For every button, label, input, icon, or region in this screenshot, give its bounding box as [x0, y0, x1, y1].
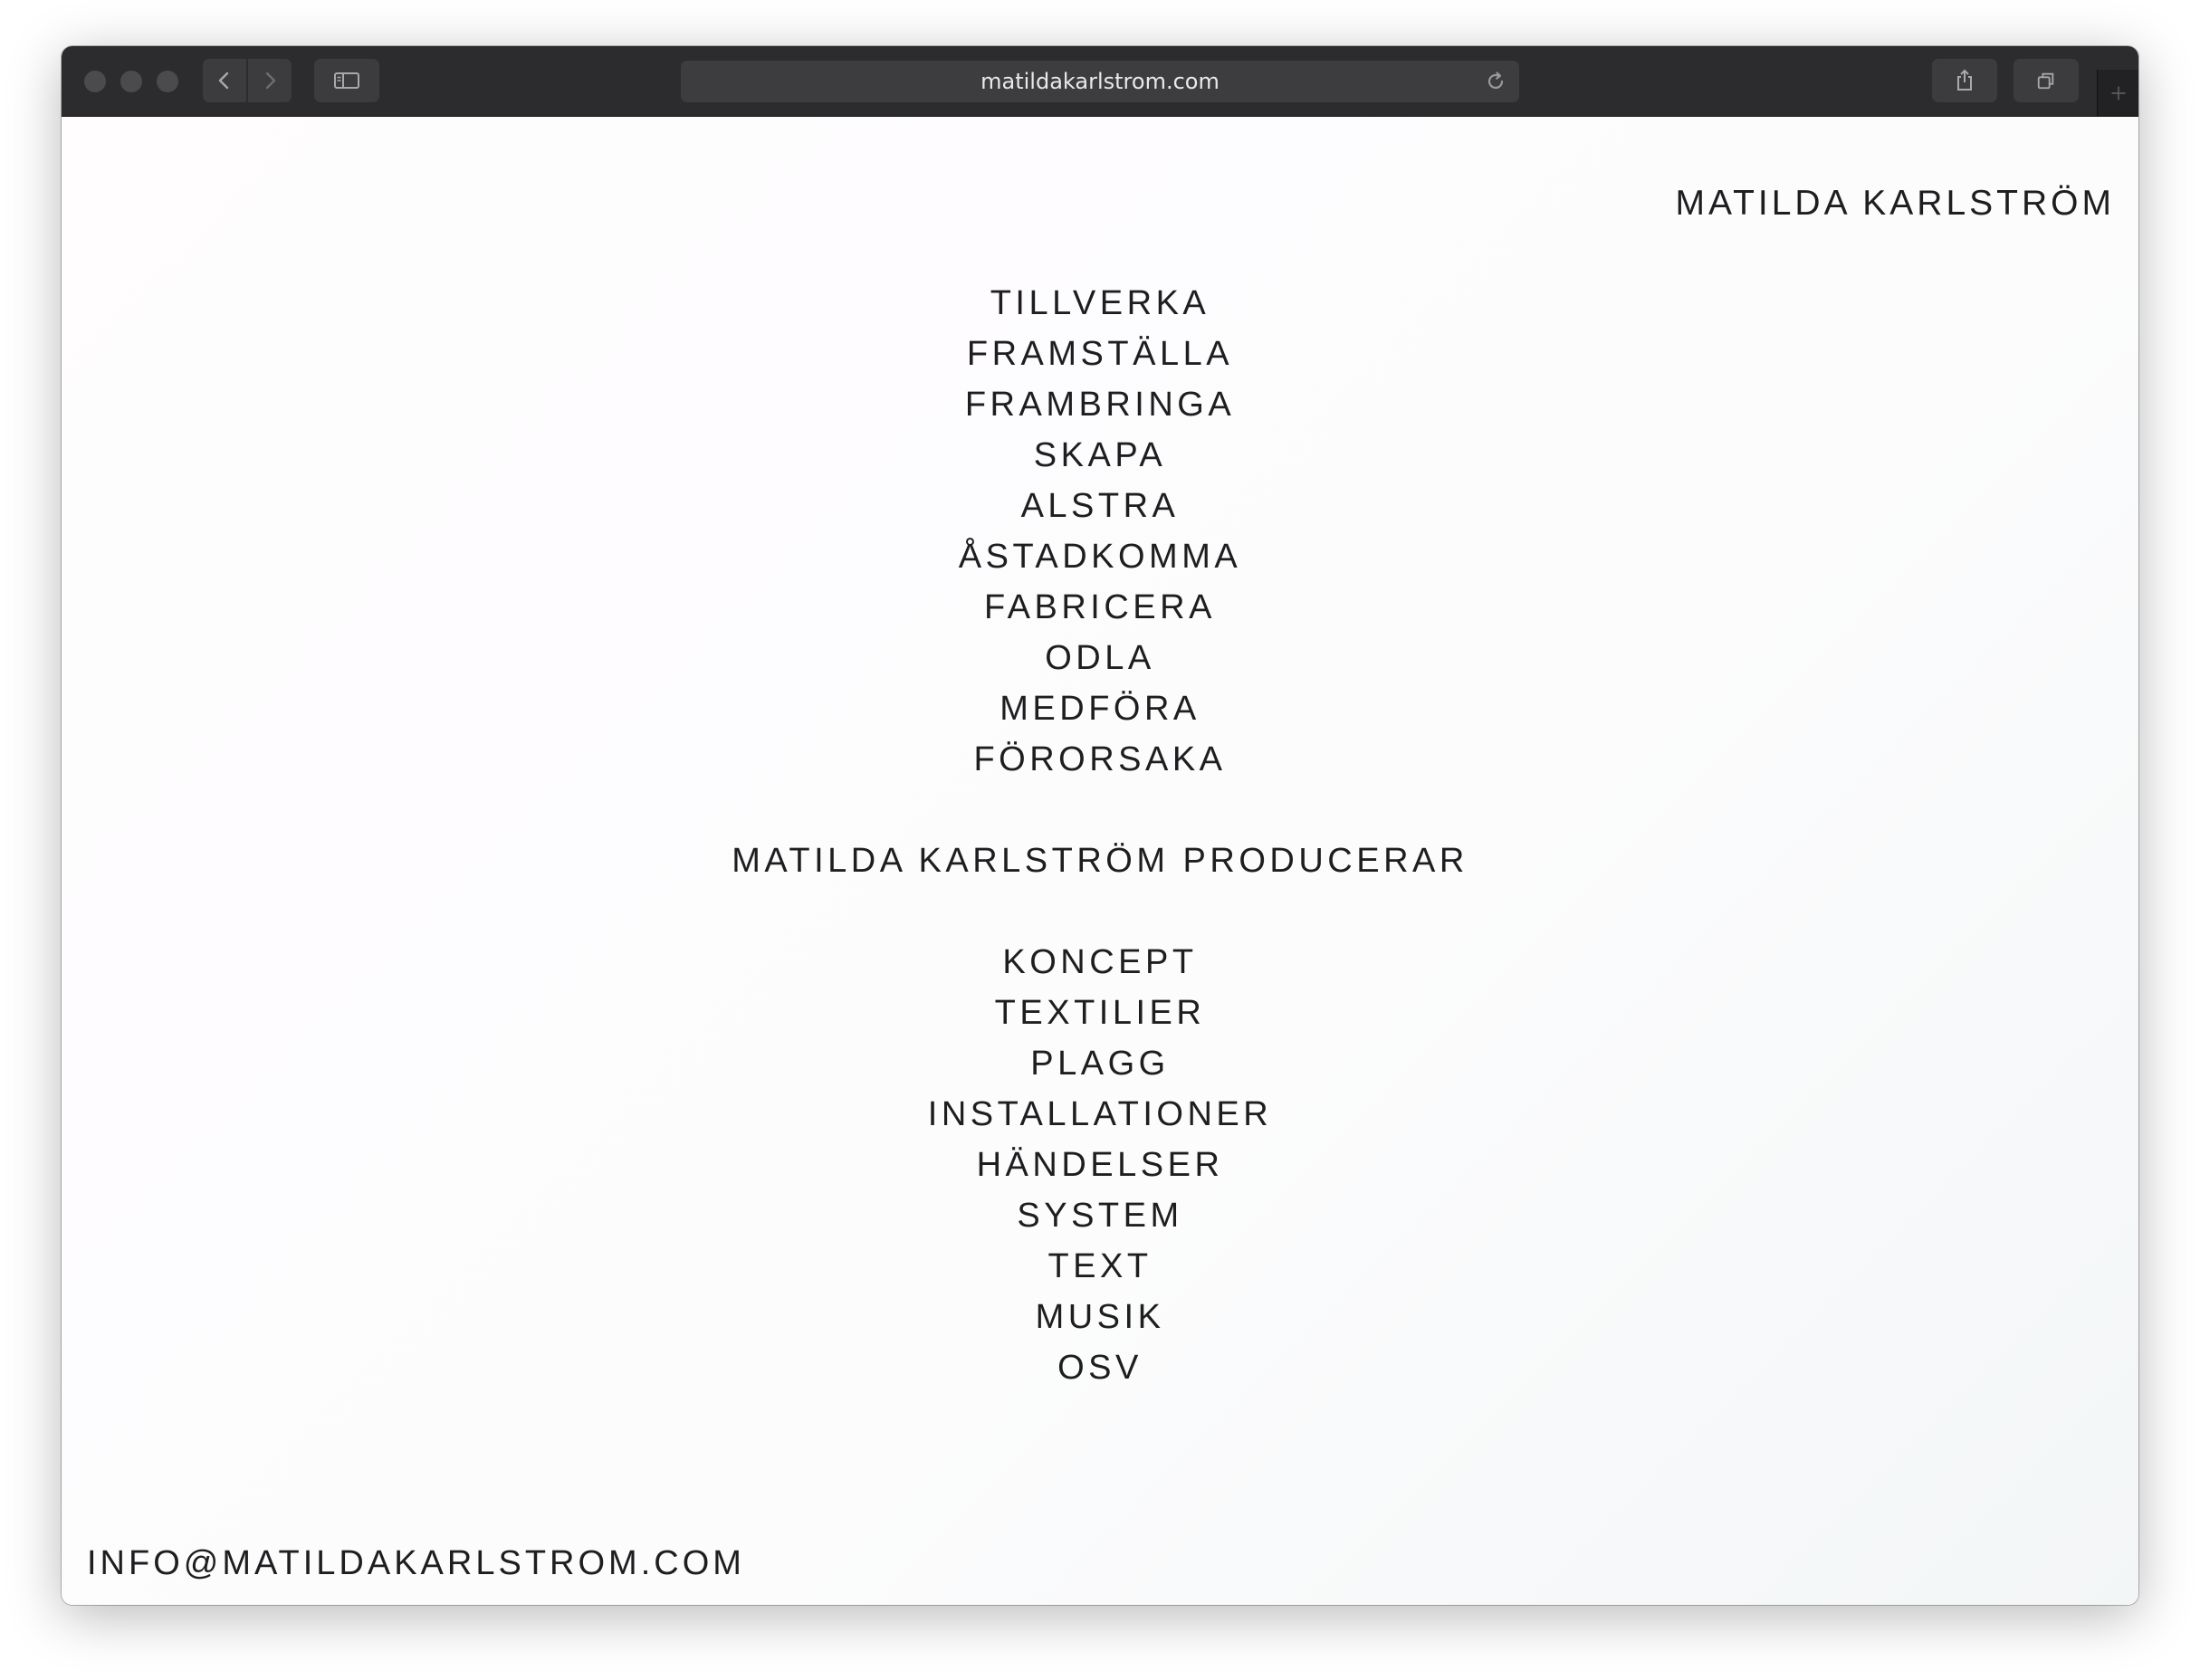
- list-item: HÄNDELSER: [976, 1146, 1224, 1184]
- tagline: MATILDA KARLSTRÖM PRODUCERAR: [732, 842, 1468, 880]
- list-item: FRAMSTÄLLA: [966, 335, 1234, 373]
- list-item: KONCEPT: [1002, 943, 1198, 981]
- list-item: ODLA: [1045, 639, 1155, 677]
- list-item: SYSTEM: [1017, 1197, 1183, 1235]
- address-bar[interactable]: matildakarlstrom.com: [681, 61, 1519, 102]
- list-item: FABRICERA: [984, 588, 1216, 626]
- list-item: MUSIK: [1035, 1298, 1165, 1336]
- browser-window: matildakarlstrom.com MATILDA KARLSTRÖM T…: [62, 46, 2138, 1605]
- reload-icon[interactable]: [1485, 71, 1507, 92]
- close-window-button[interactable]: [84, 71, 106, 92]
- tabs-overview-button[interactable]: [2013, 59, 2079, 102]
- email-link[interactable]: INFO@MATILDAKARLSTROM.COM: [87, 1544, 745, 1583]
- chevron-left-icon: [218, 72, 229, 90]
- list-item: PLAGG: [1030, 1045, 1170, 1083]
- page-content: MATILDA KARLSTRÖM TILLVERKA FRAMSTÄLLA F…: [62, 117, 2138, 1605]
- sidebar-toggle-button[interactable]: [314, 59, 379, 102]
- sidebar-icon: [334, 72, 359, 89]
- url-text: matildakarlstrom.com: [980, 69, 1220, 94]
- forward-button[interactable]: [248, 59, 292, 102]
- site-title[interactable]: MATILDA KARLSTRÖM: [1675, 184, 2115, 224]
- share-button[interactable]: [1932, 59, 1997, 102]
- minimize-window-button[interactable]: [120, 71, 142, 92]
- list-item: TEXT: [1047, 1247, 1153, 1285]
- list-item: FRAMBRINGA: [964, 386, 1236, 424]
- list-item: TILLVERKA: [990, 284, 1210, 322]
- plus-icon: [2111, 86, 2126, 100]
- list-item: FÖRORSAKA: [973, 740, 1227, 778]
- chevron-right-icon: [265, 72, 276, 90]
- list-item: SKAPA: [1033, 436, 1167, 474]
- share-icon: [1957, 69, 1972, 91]
- back-button[interactable]: [203, 59, 246, 102]
- verb-list: TILLVERKA FRAMSTÄLLA FRAMBRINGA SKAPA AL…: [62, 278, 2138, 785]
- list-item: MEDFÖRA: [1000, 690, 1200, 728]
- product-list: KONCEPT TEXTILIER PLAGG INSTALLATIONER H…: [62, 937, 2138, 1393]
- zoom-window-button[interactable]: [157, 71, 178, 92]
- list-item: ÅSTADKOMMA: [958, 538, 1242, 576]
- browser-toolbar: matildakarlstrom.com: [62, 46, 2138, 117]
- list-item: ALSTRA: [1020, 487, 1180, 525]
- list-item: OSV: [1057, 1349, 1143, 1387]
- list-item: TEXTILIER: [994, 994, 1206, 1032]
- tabs-icon: [2037, 72, 2054, 90]
- new-tab-button[interactable]: [2097, 70, 2138, 116]
- list-item: INSTALLATIONER: [927, 1095, 1273, 1133]
